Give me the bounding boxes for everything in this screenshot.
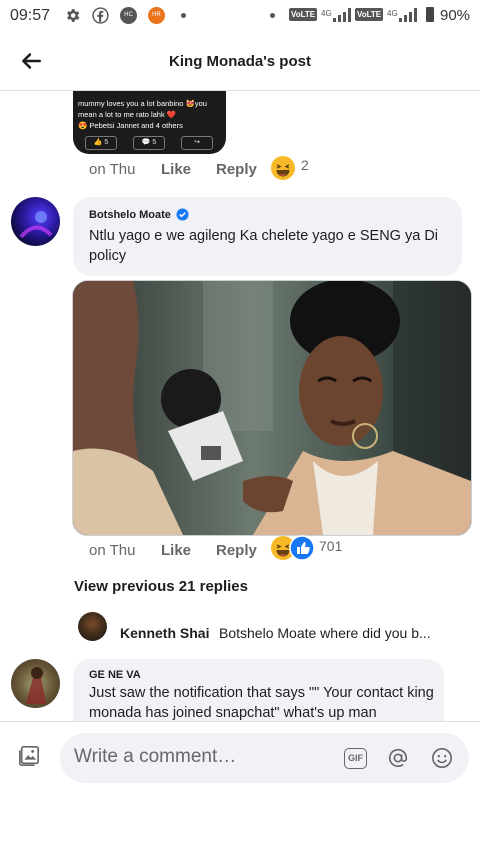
notification-dot-icon	[181, 13, 186, 18]
reply-author-name[interactable]: Kenneth Shai	[120, 625, 209, 641]
comment-text: Ntlu yago e we agileng Ka chelete yago e…	[89, 228, 439, 264]
network-type: 4G	[387, 9, 398, 18]
hr-app-icon: HR	[148, 7, 165, 24]
signal-icon	[333, 8, 351, 22]
hc-app-icon: HC	[120, 7, 137, 24]
facebook-icon	[92, 7, 109, 24]
battery-icon	[426, 7, 434, 22]
network-type: 4G	[321, 9, 332, 18]
comment-photo[interactable]	[72, 280, 472, 536]
card-text-line: 😍 Pebetsi Jannet and 4 others	[78, 121, 183, 130]
quoted-post-card[interactable]: mummy loves you a lot banbino 😻you mean …	[73, 91, 226, 154]
verified-badge-icon	[176, 208, 189, 221]
avatar[interactable]	[78, 612, 107, 641]
card-like-button: 👍 5	[85, 136, 117, 150]
like-reaction-icon[interactable]	[289, 535, 315, 561]
battery-percent: 90%	[440, 7, 471, 24]
reply-preview-text[interactable]: Botshelo Moate where did you b...	[219, 625, 431, 641]
card-comment-button: 💬 5	[133, 136, 165, 150]
signal-icon	[399, 8, 417, 22]
comment-text: Just saw the notification that says "" Y…	[89, 685, 434, 721]
reply-button[interactable]: Reply	[216, 161, 257, 178]
view-previous-replies-link[interactable]: View previous 21 replies	[74, 578, 248, 595]
reaction-count: 701	[319, 538, 343, 554]
commenter-name[interactable]: Botshelo Moate	[89, 209, 171, 221]
comment-timestamp: on Thu	[89, 161, 136, 178]
emoji-icon[interactable]	[431, 747, 453, 769]
comment-bubble[interactable]: Botshelo Moate Ntlu yago e we agileng Ka…	[73, 197, 462, 276]
volte-badge: VoLTE	[289, 8, 318, 21]
photo-gallery-icon[interactable]	[18, 745, 40, 767]
gif-button[interactable]: GIF	[344, 748, 367, 769]
reply-button[interactable]: Reply	[216, 542, 257, 559]
status-bar: 09:57 HC HR VoLTE 4G VoLTE 4G 90%	[0, 0, 480, 32]
notification-dot-icon	[270, 13, 275, 18]
page-title: King Monada's post	[169, 53, 311, 70]
comment-input-placeholder[interactable]: Write a comment…	[74, 746, 236, 768]
like-button[interactable]: Like	[161, 161, 191, 178]
mention-icon[interactable]	[387, 747, 409, 769]
haha-reaction-icon[interactable]	[270, 155, 296, 181]
volte-badge: VoLTE	[355, 8, 384, 21]
card-text-line: mean a lot to me rato lahk ❤️	[78, 110, 177, 119]
status-time: 09:57	[10, 7, 51, 24]
reaction-count: 2	[301, 157, 309, 173]
comment-timestamp: on Thu	[89, 542, 136, 559]
like-button[interactable]: Like	[161, 542, 191, 559]
card-share-icon: ↪	[181, 136, 213, 150]
commenter-name[interactable]: GE NE VA	[89, 669, 141, 681]
avatar[interactable]	[11, 197, 60, 246]
app-header: King Monada's post	[0, 32, 480, 91]
settings-icon	[67, 9, 80, 22]
card-text-line: mummy loves you a lot banbino 😻you	[78, 99, 207, 108]
avatar[interactable]	[11, 659, 60, 708]
